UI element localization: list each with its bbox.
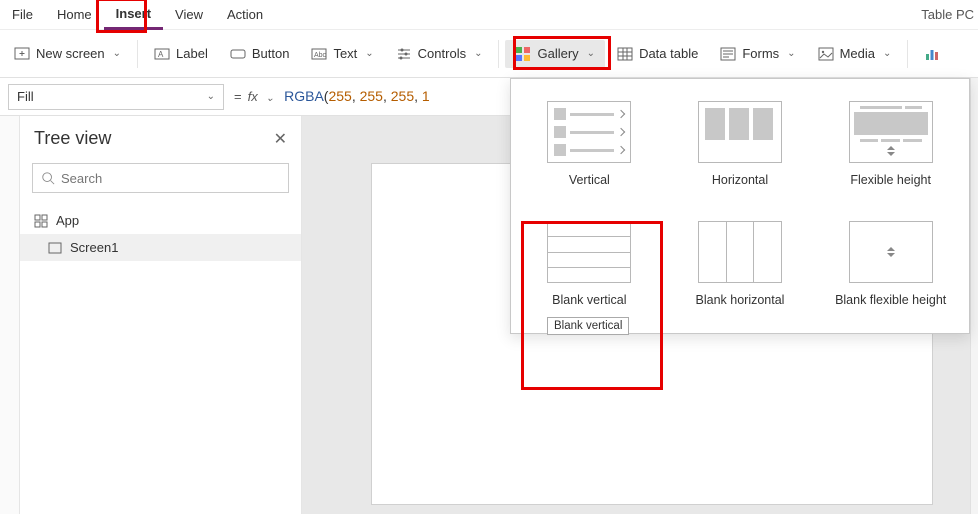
gallery-option-horizontal[interactable]: Horizontal bbox=[674, 97, 807, 191]
thumb-vertical bbox=[547, 101, 631, 163]
property-selector[interactable]: Fill ⌄ bbox=[8, 84, 224, 110]
tree-item-app[interactable]: App bbox=[20, 207, 301, 234]
menu-action[interactable]: Action bbox=[215, 1, 275, 28]
gallery-option-label: Flexible height bbox=[850, 173, 931, 187]
gallery-option-blank-vertical[interactable]: Blank vertical Blank vertical bbox=[523, 217, 656, 311]
thumb-blank-horizontal bbox=[698, 221, 782, 283]
menu-view[interactable]: View bbox=[163, 1, 215, 28]
button-icon bbox=[230, 46, 246, 62]
gallery-button[interactable]: Gallery ⌄ bbox=[505, 40, 605, 68]
search-icon bbox=[41, 171, 55, 185]
tree-item-screen1[interactable]: Screen1 bbox=[20, 234, 301, 261]
left-rail[interactable] bbox=[0, 116, 20, 514]
media-icon bbox=[818, 46, 834, 62]
gallery-dropdown: Vertical Horizontal Flexible height Blan… bbox=[510, 78, 970, 334]
gallery-icon bbox=[515, 46, 531, 62]
right-panel-collapsed[interactable] bbox=[970, 78, 978, 514]
insert-toolbar: New screen ⌄ A Label Button Abc Text ⌄ C… bbox=[0, 30, 978, 78]
new-screen-button[interactable]: New screen ⌄ bbox=[4, 40, 131, 68]
gallery-option-label: Horizontal bbox=[712, 173, 768, 187]
thumb-horizontal bbox=[698, 101, 782, 163]
gallery-option-label: Blank horizontal bbox=[696, 293, 785, 307]
label-icon: A bbox=[154, 46, 170, 62]
property-name: Fill bbox=[17, 89, 34, 104]
menu-insert[interactable]: Insert bbox=[104, 0, 163, 30]
menubar: File Home Insert View Action Table PC bbox=[0, 0, 978, 30]
tree-title: Tree view bbox=[34, 128, 111, 149]
svg-text:A: A bbox=[158, 50, 164, 59]
new-screen-icon bbox=[14, 46, 30, 62]
text-btn-label: Text bbox=[333, 46, 357, 61]
menu-home[interactable]: Home bbox=[45, 1, 104, 28]
tree-view-panel: Tree view ✕ App Screen1 bbox=[20, 116, 302, 514]
chevron-down-icon: ⌄ bbox=[113, 48, 121, 59]
thumb-blank-flexible bbox=[849, 221, 933, 283]
forms-btn-label: Forms bbox=[742, 46, 779, 61]
gallery-option-vertical[interactable]: Vertical bbox=[523, 97, 656, 191]
data-table-icon bbox=[617, 46, 633, 62]
new-screen-label: New screen bbox=[36, 46, 105, 61]
tooltip: Blank vertical bbox=[547, 317, 629, 335]
controls-button[interactable]: Controls ⌄ bbox=[386, 40, 493, 68]
gallery-option-label: Blank vertical bbox=[552, 293, 626, 307]
forms-button[interactable]: Forms ⌄ bbox=[710, 40, 805, 68]
text-icon: Abc bbox=[311, 46, 327, 62]
fx-label: = fx⌄ bbox=[234, 89, 274, 104]
gallery-btn-label: Gallery bbox=[537, 46, 578, 61]
tree-item-label: App bbox=[56, 213, 79, 228]
context-label: Table PC bbox=[921, 7, 978, 22]
gallery-option-label: Vertical bbox=[569, 173, 610, 187]
chevron-down-icon: ⌄ bbox=[587, 48, 595, 59]
label-button[interactable]: A Label bbox=[144, 40, 218, 68]
controls-icon bbox=[396, 46, 412, 62]
tree-search[interactable] bbox=[32, 163, 289, 193]
formula-fn: RGBA bbox=[284, 88, 324, 104]
data-table-label: Data table bbox=[639, 46, 698, 61]
thumb-blank-vertical bbox=[547, 221, 631, 283]
gallery-option-blank-horizontal[interactable]: Blank horizontal bbox=[674, 217, 807, 311]
text-button[interactable]: Abc Text ⌄ bbox=[301, 40, 383, 68]
thumb-flexible bbox=[849, 101, 933, 163]
data-table-button[interactable]: Data table bbox=[607, 40, 708, 68]
chevron-down-icon: ⌄ bbox=[365, 48, 373, 59]
app-icon bbox=[34, 214, 48, 228]
formula-input[interactable]: RGBA(255, 255, 255, 1 bbox=[284, 88, 430, 105]
forms-icon bbox=[720, 46, 736, 62]
chart-button[interactable] bbox=[914, 40, 944, 68]
button-btn-label: Button bbox=[252, 46, 290, 61]
controls-btn-label: Controls bbox=[418, 46, 466, 61]
gallery-option-flexible[interactable]: Flexible height bbox=[824, 97, 957, 191]
gallery-option-blank-flexible[interactable]: Blank flexible height bbox=[824, 217, 957, 311]
svg-text:Abc: Abc bbox=[314, 52, 327, 59]
media-btn-label: Media bbox=[840, 46, 875, 61]
chevron-down-icon: ⌄ bbox=[207, 91, 215, 102]
menu-file[interactable]: File bbox=[0, 1, 45, 28]
gallery-option-label: Blank flexible height bbox=[835, 293, 946, 307]
chart-icon bbox=[924, 46, 940, 62]
chevron-down-icon: ⌄ bbox=[883, 48, 891, 59]
tree-item-label: Screen1 bbox=[70, 240, 118, 255]
chevron-down-icon: ⌄ bbox=[474, 48, 482, 59]
chevron-down-icon: ⌄ bbox=[787, 48, 795, 59]
button-button[interactable]: Button bbox=[220, 40, 300, 68]
media-button[interactable]: Media ⌄ bbox=[808, 40, 902, 68]
label-btn-label: Label bbox=[176, 46, 208, 61]
screen-icon bbox=[48, 241, 62, 255]
search-input[interactable] bbox=[61, 171, 280, 186]
close-icon[interactable]: ✕ bbox=[274, 129, 287, 149]
